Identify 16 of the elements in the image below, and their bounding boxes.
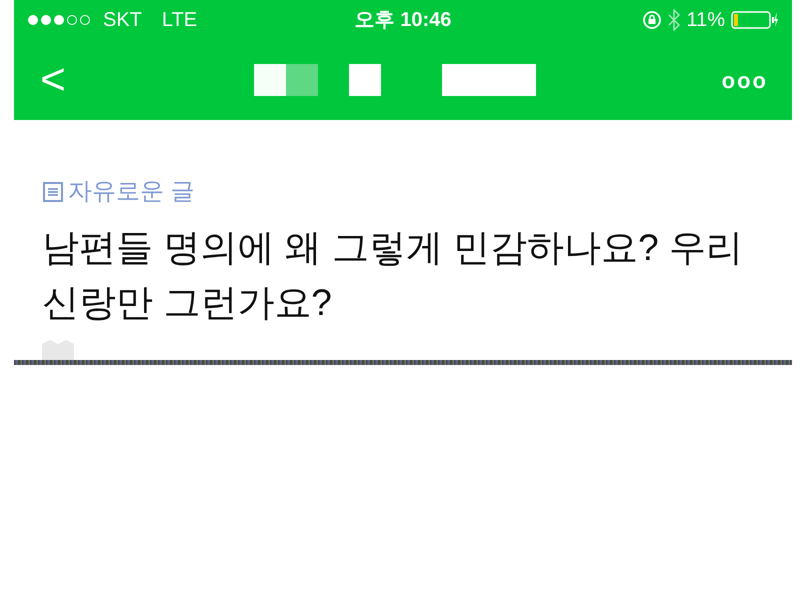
status-time: 오후 10:46 <box>354 8 452 33</box>
carrier-text: SKT <box>103 8 142 33</box>
rotation-lock-icon <box>642 10 662 30</box>
battery-percent: 11% <box>686 8 725 33</box>
bluetooth-icon <box>668 9 680 31</box>
back-button[interactable]: < <box>38 58 68 102</box>
network-text: LTE <box>162 8 198 33</box>
post-title: 남편들 명의에 왜 그렇게 민감하나요? 우리 신랑만 그런가요? <box>42 226 744 325</box>
redaction-block <box>348 64 381 96</box>
redaction-block <box>286 64 318 96</box>
document-icon <box>42 181 64 203</box>
avatar-icon <box>42 340 74 360</box>
category-label: 자유로운 글 <box>68 177 195 207</box>
more-button[interactable]: ooo <box>722 64 768 96</box>
redaction-block <box>254 64 286 96</box>
battery-icon <box>731 11 779 29</box>
